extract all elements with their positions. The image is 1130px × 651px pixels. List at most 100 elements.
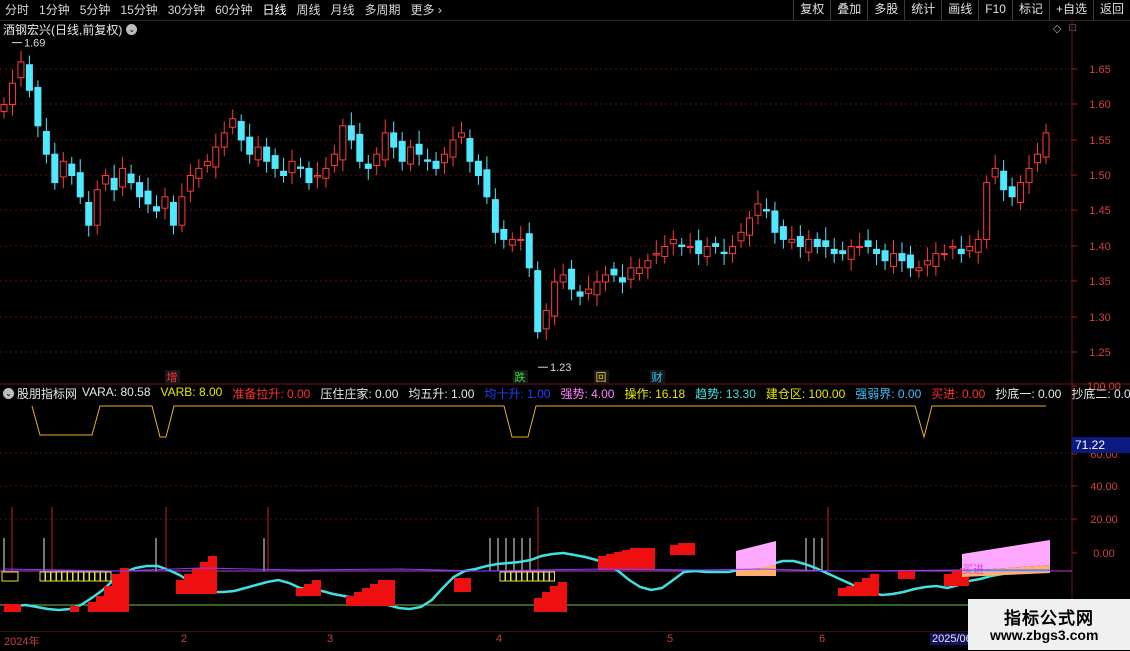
red-block [670,545,679,555]
period-tab-8[interactable]: 月线 [326,0,360,20]
toolbar-button-8[interactable]: 返回 [1092,0,1130,20]
yellow-box [532,571,539,582]
period-tab-7[interactable]: 周线 [291,0,325,20]
red-block [606,554,615,570]
indicator-name: 股朋指标网 [17,386,78,401]
candle-up [551,281,559,317]
price-axis-label: 1.50 [1089,170,1110,182]
price-axis-label: 1.25 [1089,347,1110,359]
indicator-value-1: VARB: 8.00 [160,384,223,399]
candle-up [457,132,465,138]
yellow-box [105,571,112,582]
yellow-box [89,571,95,582]
candle-up [229,118,237,128]
candle-up [652,253,660,256]
period-tab-1[interactable]: 1分钟 [34,0,75,20]
indicator-value-3: 压住庄家: 0.00 [320,386,399,401]
toolbar-button-0[interactable]: 复权 [793,0,830,20]
period-tab-6[interactable]: 日线 [257,0,291,20]
red-block [622,550,631,570]
red-block [558,582,567,612]
indicator-value-12: 抄底一: 0.00 [995,386,1062,401]
indicator-axis-label: 40.00 [1090,481,1118,493]
price-axis-label: 1.35 [1089,276,1110,288]
period-tab-0[interactable]: 分时 [0,0,34,20]
red-block [614,552,623,570]
candle-up [441,153,449,164]
candle-up [601,274,609,283]
red-block [630,548,639,570]
date-label-2: 3 [327,633,334,645]
toolbar-button-3[interactable]: 统计 [904,0,941,20]
candle-down [678,244,686,248]
candle-up [381,132,389,161]
price-axis-label: 1.55 [1089,135,1110,147]
candle-up [288,160,296,174]
yellow-box [83,571,90,582]
yellow-box [521,571,528,582]
red-block [542,592,551,612]
date-label-3: 4 [496,633,503,645]
candle-down [364,163,372,169]
candle-up [203,160,211,167]
red-block [96,596,105,612]
toolbar-button-7[interactable]: +自选 [1048,0,1093,20]
red-block [378,580,387,606]
candle-down [610,268,618,276]
candle-up [856,246,864,248]
period-tab-5[interactable]: 60分钟 [210,0,257,20]
candle-up [686,246,694,248]
period-tab-2[interactable]: 5分钟 [75,0,116,20]
indicator-menu-icon[interactable]: ⌄ [3,387,14,399]
candle-down [618,277,626,283]
toolbar-button-5[interactable]: F10 [978,0,1012,20]
candle-up [0,104,8,113]
candle-down [297,166,305,169]
candle-up [847,246,855,260]
yellow-box [516,571,522,582]
yellow-box [45,571,51,582]
candle-down [525,233,533,269]
red-block [200,562,209,594]
candle-down [127,173,135,184]
candle-up [102,175,110,185]
toolbar-button-6[interactable]: 标记 [1011,0,1049,20]
date-axis: 2024年 2 3 4 5 6 2025/06 [0,631,1072,651]
candle-up [627,267,635,280]
period-tab-10[interactable]: 更多 › [406,0,447,20]
candle-up [788,238,796,243]
chart-canvas[interactable]: 1.65 1.60 1.55 1.50 1.45 1.40 1.35 1.30 1.25 1.69… [0,20,1130,631]
candle-down [576,291,584,297]
red-block [176,580,185,594]
red-block [88,602,97,612]
red-block [678,543,687,555]
candle-down [398,140,406,162]
indicator-value-2: 准备拉升: 0.00 [232,386,311,401]
candle-up [59,160,67,178]
period-tab-4[interactable]: 30分钟 [163,0,210,20]
red-block [534,598,543,612]
indicator-axis-label: 0.00 [1093,548,1114,560]
watermark: 指标公式网 www.zbgs3.com [968,599,1130,650]
date-label-4: 5 [667,633,674,645]
toolbar-button-1[interactable]: 叠加 [830,0,867,20]
candle-down [110,177,118,191]
signal-label-2: 回 [596,371,607,384]
red-block [70,606,79,612]
period-tab-9[interactable]: 多周期 [360,0,406,20]
high-price-mark: 1.69 [24,38,45,50]
candle-up [1034,153,1042,164]
candle-up [517,238,525,241]
price-axis-label: 1.40 [1089,241,1110,253]
yellow-box [538,571,544,582]
toolbar-button-4[interactable]: 画线 [941,0,978,20]
toolbar-button-2[interactable]: 多股 [867,0,904,20]
candle-up [593,281,601,296]
candle-up [161,196,169,209]
candle-up [923,260,931,266]
period-tab-3[interactable]: 15分钟 [115,0,162,20]
candle-up [737,231,745,242]
candle-down [51,153,59,184]
candle-up [940,253,948,256]
current-value-badge: 71.22 [1072,437,1130,453]
